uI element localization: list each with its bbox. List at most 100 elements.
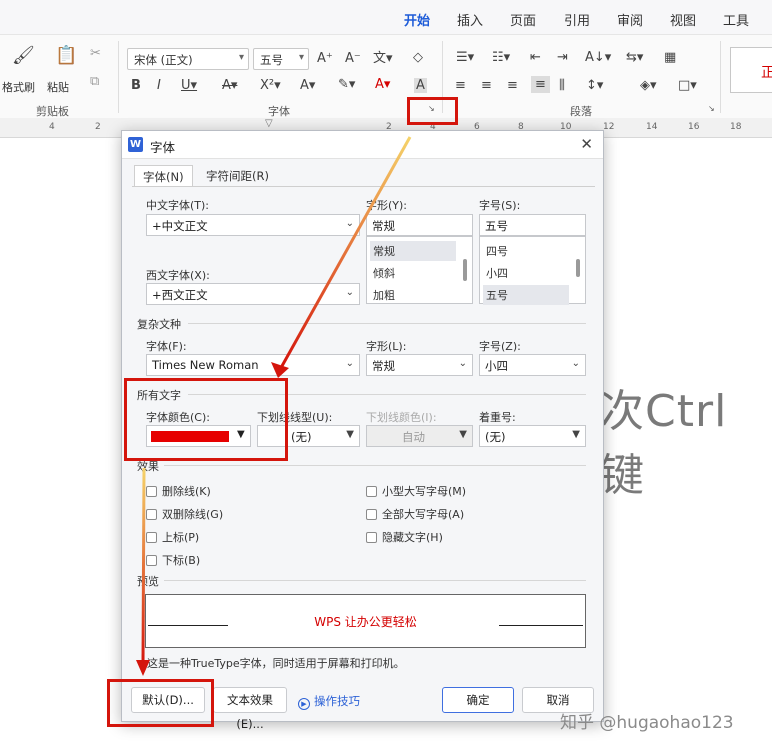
shrink-font-icon[interactable]: A⁻ <box>345 52 361 65</box>
tab-page[interactable]: 页面 <box>510 10 536 29</box>
tab-font[interactable]: 字体(N) <box>134 165 193 187</box>
annotation-box-launcher <box>407 97 458 125</box>
align-right-icon[interactable]: ≡ <box>507 79 518 92</box>
complex-font-select[interactable]: Times New Roman ⌄ <box>146 354 360 376</box>
char-shading-icon[interactable]: A <box>414 78 427 93</box>
paste-label[interactable]: 粘贴 <box>47 79 69 95</box>
underline-icon[interactable]: U▾ <box>181 79 197 92</box>
highlight-icon[interactable]: ✎▾ <box>338 78 355 91</box>
checkbox-box[interactable] <box>366 486 377 497</box>
list-item[interactable]: 倾斜 <box>370 263 398 283</box>
underline-color-label: 下划线颜色(I): <box>366 411 437 424</box>
sort-icon[interactable]: A↓▾ <box>585 51 611 64</box>
align-left-icon[interactable]: ≡ <box>455 79 466 92</box>
increase-indent-icon[interactable]: ⇥ <box>557 51 568 64</box>
indent-marker-icon[interactable]: ▽ <box>265 118 273 129</box>
double-strikethrough-checkbox[interactable]: 双删除线(G) <box>146 506 223 522</box>
watermark: 知乎 @hugaohao123 <box>560 713 734 733</box>
decrease-indent-icon[interactable]: ⇤ <box>530 51 541 64</box>
list-item[interactable]: 常规 <box>370 241 456 261</box>
align-center-icon[interactable]: ≡ <box>481 79 492 92</box>
ok-button[interactable]: 确定 <box>442 687 514 713</box>
text-effects-button[interactable]: 文本效果(E)... <box>213 687 287 731</box>
border-icon[interactable]: □▾ <box>678 79 697 92</box>
size-input[interactable]: 五号 <box>479 214 586 236</box>
paragraph-group-label: 段落 <box>570 105 592 118</box>
distribute-icon[interactable]: ⫼ <box>559 79 565 92</box>
cut-icon[interactable]: ✂ <box>90 47 101 60</box>
paste-icon[interactable]: 📋 <box>55 47 77 65</box>
format-painter-icon[interactable]: 🖌 <box>12 47 35 65</box>
list-item[interactable]: 四号 <box>483 241 511 261</box>
font-size-combo[interactable]: 五号 ▾ <box>253 48 309 70</box>
checkbox-box[interactable] <box>366 509 377 520</box>
chinese-font-select[interactable]: +中文正文 ⌄ <box>146 214 360 236</box>
complex-style-label: 字形(L): <box>366 340 407 353</box>
wps-logo-icon: W <box>128 137 143 152</box>
complex-size-select[interactable]: 小四 ⌄ <box>479 354 586 376</box>
small-caps-checkbox[interactable]: 小型大写字母(M) <box>366 483 466 499</box>
strikethrough-icon[interactable]: A▾ <box>222 79 237 92</box>
document-text[interactable]: 次Ctrl键 <box>600 375 772 503</box>
checkbox-box[interactable] <box>146 555 157 566</box>
style-input[interactable]: 常规 <box>366 214 473 236</box>
tab-insert[interactable]: 插入 <box>457 10 483 29</box>
all-caps-checkbox[interactable]: 全部大写字母(A) <box>366 506 464 522</box>
scrollbar[interactable] <box>463 259 467 281</box>
checkbox-label: 下标(B) <box>162 554 201 567</box>
copy-icon[interactable]: ⧉ <box>90 75 99 88</box>
checkbox-box[interactable] <box>146 486 157 497</box>
italic-icon[interactable]: I <box>157 79 161 92</box>
checkbox-box[interactable] <box>146 532 157 543</box>
bold-icon[interactable]: B <box>131 79 141 92</box>
western-font-select[interactable]: +西文正文 ⌄ <box>146 283 360 305</box>
font-group-label: 字体 <box>268 105 290 118</box>
tab-home[interactable]: 开始 <box>404 10 430 36</box>
clear-format-icon[interactable]: ◇ <box>413 51 423 64</box>
paragraph-dialog-launcher-icon[interactable]: ↘ <box>708 105 715 113</box>
chevron-down-icon: ⌄ <box>571 358 580 369</box>
list-item[interactable]: 加粗 <box>370 285 398 305</box>
style-list[interactable]: 常规 倾斜 加粗 <box>366 236 473 304</box>
checkbox-box[interactable] <box>146 509 157 520</box>
superscript-icon[interactable]: X²▾ <box>260 79 281 92</box>
hidden-text-checkbox[interactable]: 隐藏文字(H) <box>366 529 443 545</box>
tab-review[interactable]: 审阅 <box>617 10 643 29</box>
line-spacing-icon[interactable]: ↕▾ <box>586 79 603 92</box>
tab-char-spacing[interactable]: 字符间距(R) <box>198 165 277 187</box>
divider <box>164 465 586 466</box>
list-item[interactable]: 五号 <box>483 285 569 305</box>
justify-icon[interactable]: ≡ <box>531 76 550 93</box>
scrollbar[interactable] <box>576 259 580 277</box>
style-gallery[interactable]: 正 <box>730 47 772 93</box>
emphasis-select[interactable]: (无) ▼ <box>479 425 586 447</box>
font-name-combo[interactable]: 宋体 (正文) ▾ <box>127 48 249 70</box>
tab-tools[interactable]: 工具 <box>723 10 749 29</box>
size-list[interactable]: 四号 小四 五号 <box>479 236 586 305</box>
strikethrough-checkbox[interactable]: 删除线(K) <box>146 483 211 499</box>
tab-view[interactable]: 视图 <box>670 10 696 29</box>
numbering-icon[interactable]: ☷▾ <box>492 51 510 64</box>
dialog-titlebar[interactable]: W 字体 ✕ <box>122 131 603 159</box>
chinese-font-value: +中文正文 <box>152 219 208 233</box>
close-icon[interactable]: ✕ <box>580 135 593 153</box>
list-item[interactable]: 小四 <box>483 263 511 283</box>
text-effect-icon[interactable]: A▾ <box>300 79 315 92</box>
divider <box>118 41 119 113</box>
checkbox-box[interactable] <box>366 532 377 543</box>
tips-link[interactable]: ▶ 操作技巧 <box>298 693 360 710</box>
bullets-icon[interactable]: ☰▾ <box>456 51 474 64</box>
format-painter-label[interactable]: 格式刷 <box>2 79 35 95</box>
font-color-icon[interactable]: A▾ <box>375 78 390 91</box>
font-info-text: 这是一种TrueType字体，同时适用于屏幕和打印机。 <box>147 657 405 670</box>
shading-icon[interactable]: ◈▾ <box>640 79 657 92</box>
superscript-checkbox[interactable]: 上标(P) <box>146 529 199 545</box>
phonetic-icon[interactable]: 文▾ <box>373 52 393 65</box>
tab-references[interactable]: 引用 <box>564 10 590 29</box>
text-direction-icon[interactable]: ⇆▾ <box>626 51 643 64</box>
subscript-checkbox[interactable]: 下标(B) <box>146 552 200 568</box>
table-icon[interactable]: ▦ <box>664 51 676 64</box>
divider <box>164 580 586 581</box>
grow-font-icon[interactable]: A⁺ <box>317 52 333 65</box>
complex-style-select[interactable]: 常规 ⌄ <box>366 354 473 376</box>
